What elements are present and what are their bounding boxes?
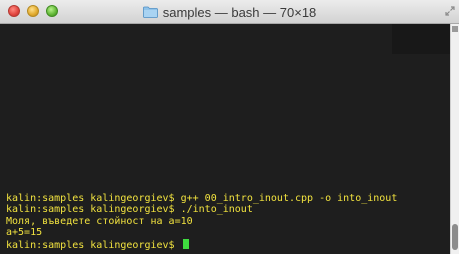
folder-icon <box>142 6 158 18</box>
terminal-window: samples — bash — 70×18 kalin:samples kal… <box>0 0 459 254</box>
scrollbar-thumb[interactable] <box>452 224 458 250</box>
text-cursor <box>182 238 189 249</box>
terminal-line: kalin:samples kalingeorgiev$ ./into_inou… <box>6 204 253 215</box>
fullscreen-icon[interactable] <box>445 6 455 16</box>
prompt-line[interactable]: kalin:samples kalingeorgiev$ <box>6 238 397 252</box>
terminal-content[interactable]: kalin:samples kalingeorgiev$ g++ 00_intr… <box>0 24 450 254</box>
title-bar[interactable]: samples — bash — 70×18 <box>0 0 459 24</box>
scrollbar[interactable] <box>450 24 459 254</box>
terminal-line: a+5=15 <box>6 227 43 238</box>
title-group: samples — bash — 70×18 <box>0 0 459 24</box>
prompt-text: kalin:samples kalingeorgiev$ <box>6 239 175 251</box>
terminal-shade <box>392 24 450 54</box>
scrollbar-marker <box>452 26 458 32</box>
terminal-line: kalin:samples kalingeorgiev$ g++ 00_intr… <box>6 192 398 204</box>
terminal-line: Моля, въведете стойност на а=10 <box>6 215 193 227</box>
terminal-output: kalin:samples kalingeorgiev$ g++ 00_intr… <box>6 193 397 252</box>
window-title: samples — bash — 70×18 <box>162 4 317 20</box>
